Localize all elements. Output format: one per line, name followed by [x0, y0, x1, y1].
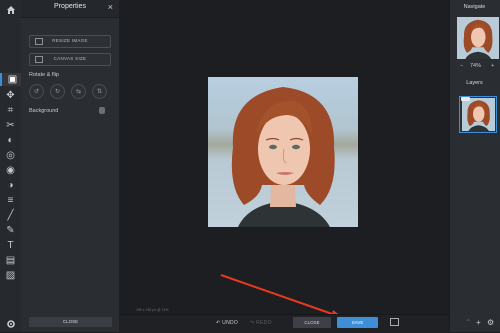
- navigate-thumbnail[interactable]: [457, 17, 499, 59]
- layers-toggle-icon[interactable]: [390, 318, 399, 326]
- close-button[interactable]: CLOSE: [293, 317, 331, 328]
- layer-type-badge: [461, 97, 470, 101]
- zoom-level: 74%: [470, 63, 482, 69]
- layer-thumbnail-image: [462, 98, 495, 131]
- bottom-bar: [119, 314, 449, 333]
- navigate-thumbnail-image: [457, 17, 499, 59]
- layer-settings-icon[interactable]: ⚙: [487, 318, 494, 327]
- zoom-in-button[interactable]: +: [491, 63, 494, 69]
- redo-button[interactable]: ↷ REDO: [250, 320, 272, 326]
- save-button[interactable]: SAVE: [337, 317, 378, 328]
- layer-thumbnail: [462, 98, 495, 131]
- undo-button[interactable]: ↶ UNDO: [216, 320, 238, 326]
- annotation-arrow: [220, 274, 345, 320]
- navigate-title: Navigate: [463, 4, 486, 10]
- layers-up-icon[interactable]: ⌃: [465, 318, 472, 327]
- zoom-out-button[interactable]: −: [460, 63, 463, 69]
- add-layer-button[interactable]: +: [476, 318, 481, 327]
- layers-title: Layers: [466, 80, 483, 86]
